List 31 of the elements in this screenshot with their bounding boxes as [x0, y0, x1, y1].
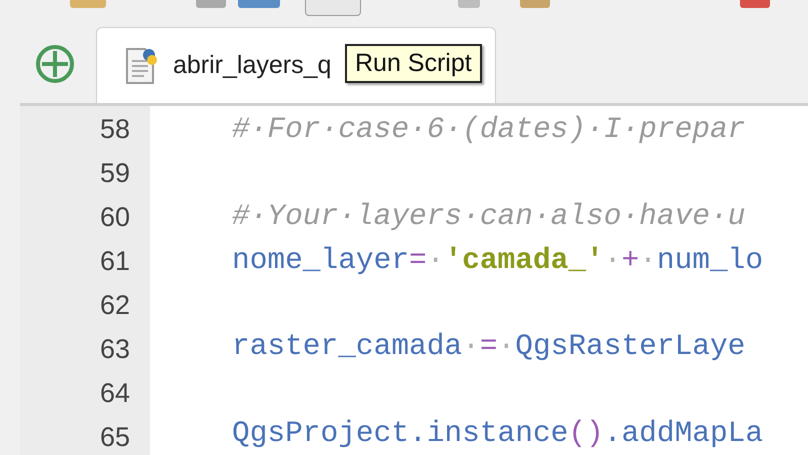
line-number: 59 — [98, 157, 131, 190]
line-number: 63 — [98, 333, 131, 366]
code-identifier: .addMapLa — [604, 415, 764, 452]
code-operator: = — [480, 328, 498, 366]
tab-label: abrir_layers_q — [173, 51, 332, 80]
line-number: 64 — [98, 377, 131, 410]
tooltip: Run Script — [345, 44, 482, 83]
line-number: 60 — [98, 201, 131, 234]
code-operator: + — [621, 242, 640, 279]
add-tab-icon[interactable] — [34, 43, 76, 85]
python-file-icon — [125, 46, 157, 84]
whitespace-dot: · — [498, 328, 516, 366]
line-number: 58 — [98, 113, 131, 146]
line-number: 65 — [98, 421, 131, 454]
code-identifier: raster_camada — [232, 328, 462, 366]
code-identifier: num_lo — [656, 242, 764, 279]
line-number: 62 — [98, 289, 131, 322]
whitespace-dot: · — [604, 242, 622, 279]
whitespace-dot: · — [426, 242, 444, 279]
code-operator: () — [568, 415, 604, 452]
code-line: #·Your·layers·can·also·have·u — [232, 198, 746, 235]
editor-tab[interactable]: abrir_layers_q Run Script — [96, 27, 496, 103]
code-operator: = — [409, 242, 427, 279]
code-string: 'camada_' — [444, 242, 604, 279]
code-line: #·For·case·6·(dates)·I·prepar — [232, 111, 746, 148]
code-identifier: QgsProject.instance — [232, 415, 568, 452]
whitespace-dot: · — [639, 242, 657, 279]
code-identifier: QgsRasterLaye — [515, 328, 746, 366]
code-identifier: nome_layer — [232, 242, 410, 279]
whitespace-dot: · — [462, 328, 480, 366]
line-number: 61 — [98, 245, 131, 278]
